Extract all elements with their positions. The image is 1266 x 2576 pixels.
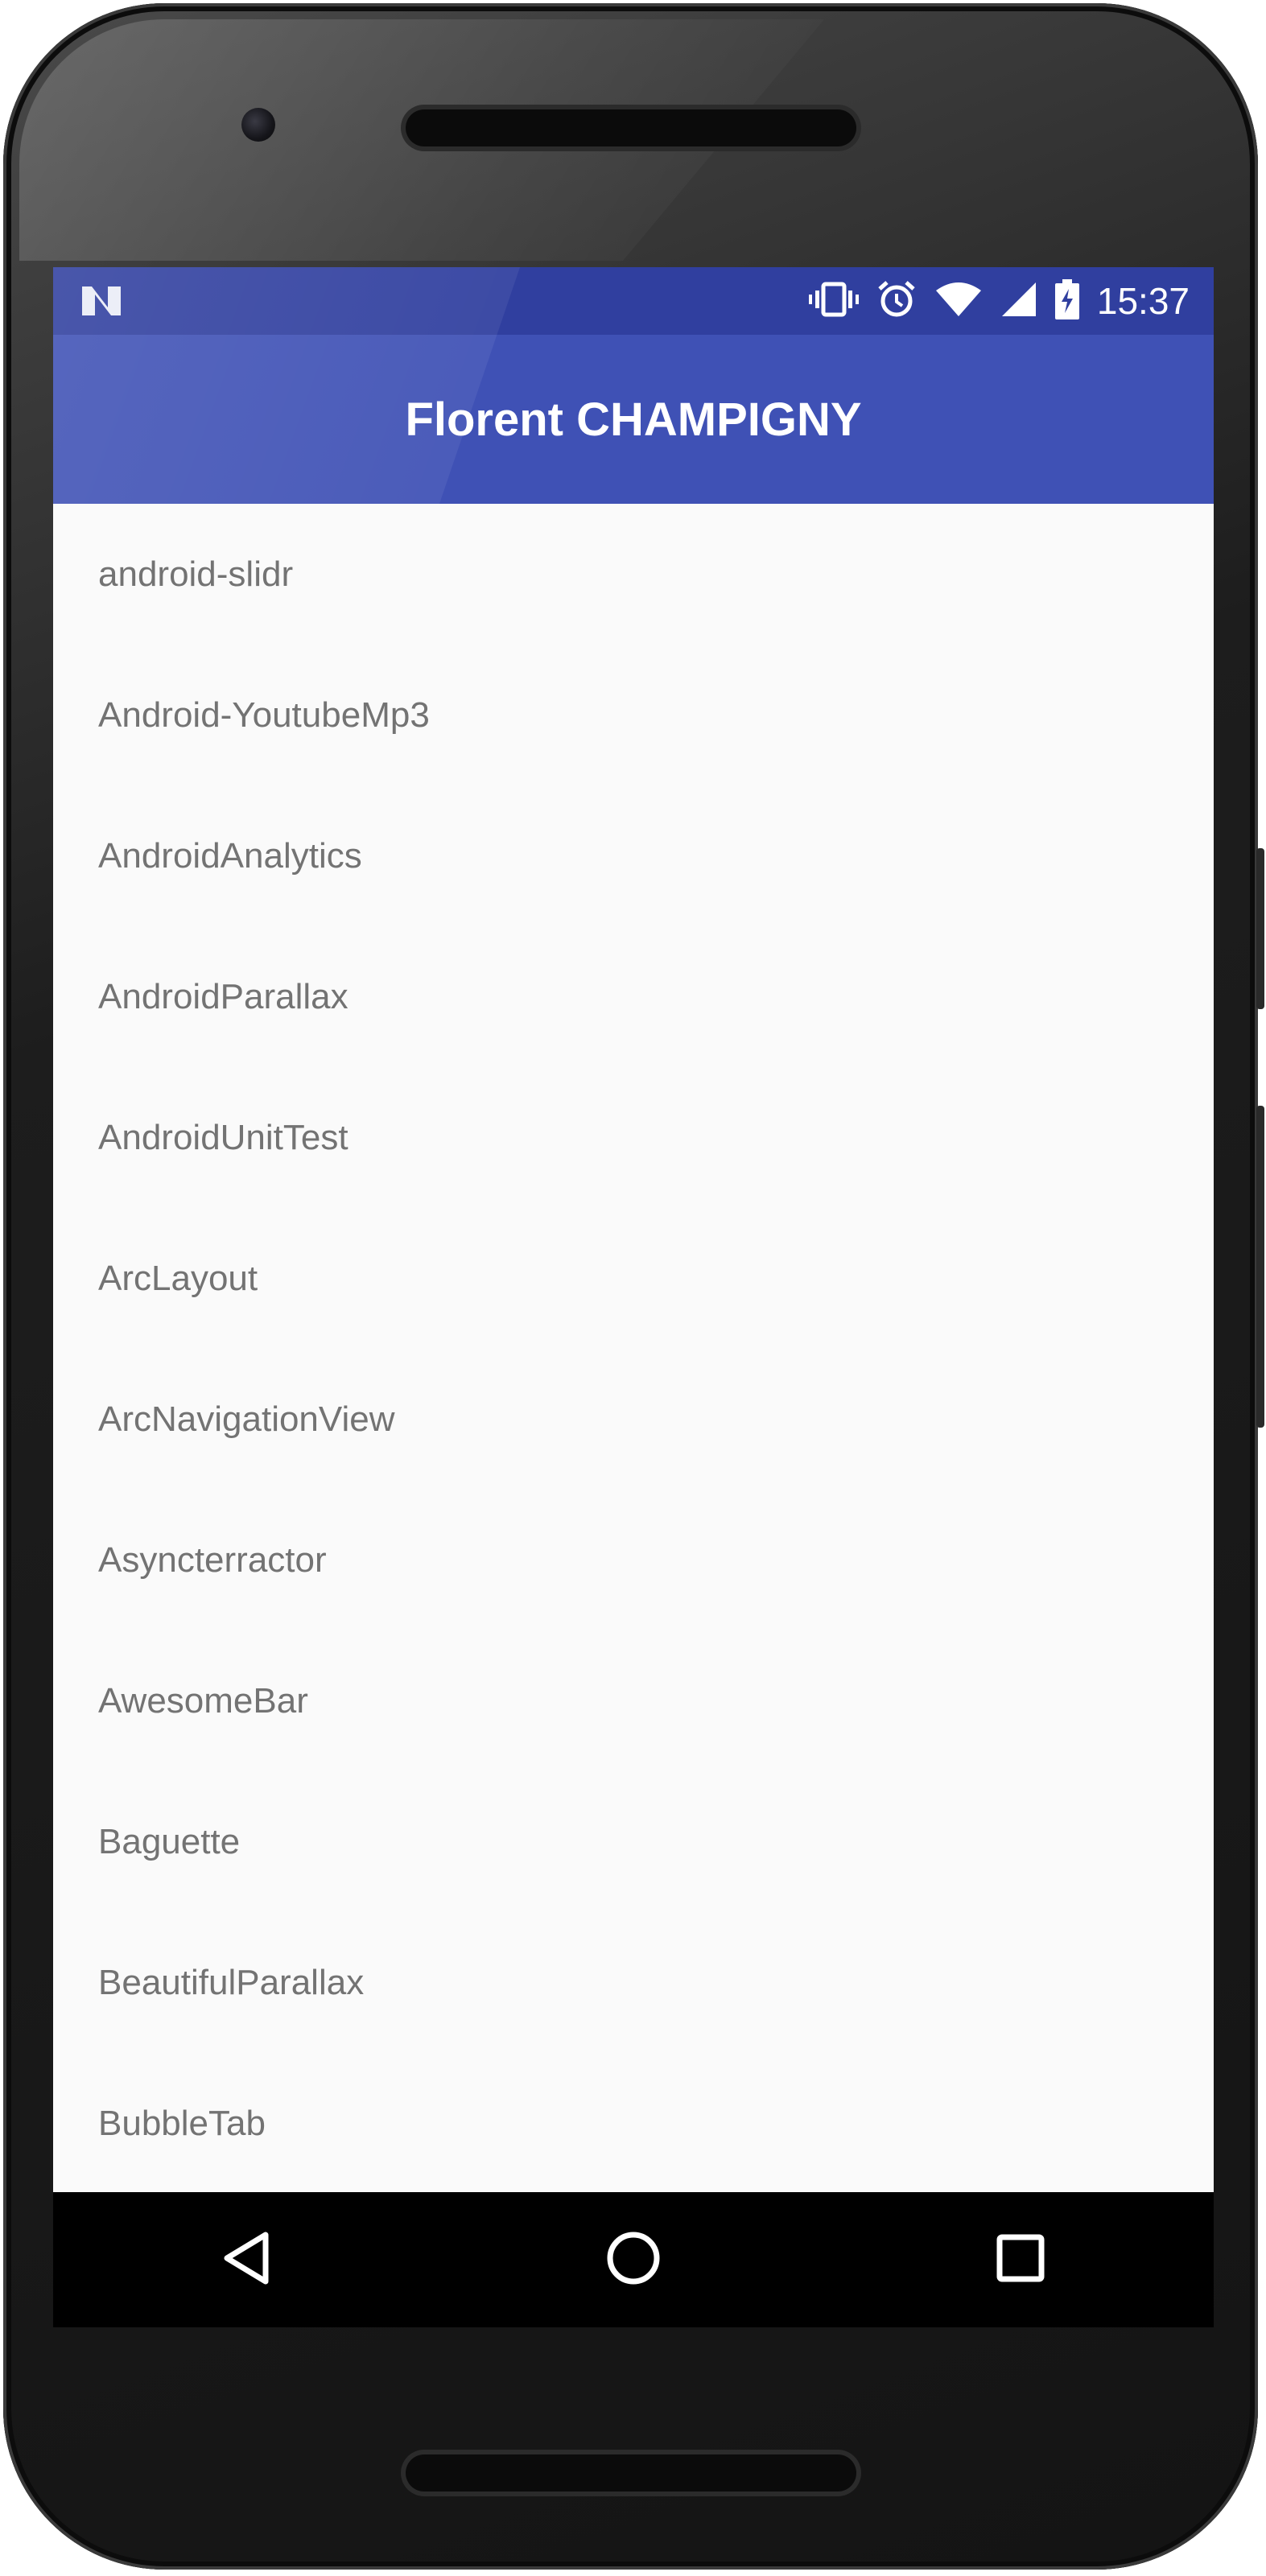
status-bar: 15:37: [53, 267, 1214, 335]
recents-icon: [996, 2234, 1045, 2286]
page-title: Florent CHAMPIGNY: [405, 393, 862, 446]
list-item[interactable]: AndroidParallax: [53, 926, 1214, 1067]
list-item-label: BubbleTab: [98, 2103, 266, 2143]
list-item[interactable]: ArcLayout: [53, 1208, 1214, 1349]
list-item[interactable]: BubbleTab: [53, 2053, 1214, 2194]
list-item[interactable]: AndroidUnitTest: [53, 1067, 1214, 1208]
list-item[interactable]: Baguette: [53, 1771, 1214, 1912]
list-item-label: ArcNavigationView: [98, 1399, 395, 1439]
recents-button[interactable]: [972, 2211, 1069, 2308]
list-item-label: AndroidUnitTest: [98, 1117, 348, 1157]
nav-bar: [53, 2192, 1214, 2327]
list-item-label: Baguette: [98, 1821, 241, 1861]
list-item-label: ArcLayout: [98, 1258, 258, 1298]
volume-button: [1256, 848, 1264, 1009]
power-button: [1256, 1106, 1264, 1428]
list-item-label: Android-YoutubeMp3: [98, 694, 430, 735]
wifi-icon: [934, 281, 983, 322]
list-item-label: AwesomeBar: [98, 1680, 308, 1721]
list-item-label: Asyncterractor: [98, 1539, 327, 1580]
list-item[interactable]: BeautifulParallax: [53, 1912, 1214, 2053]
app-bar: Florent CHAMPIGNY: [53, 335, 1214, 504]
status-time: 15:37: [1096, 280, 1190, 322]
repo-list: android-slidr Android-YoutubeMp3 Android…: [53, 504, 1214, 2194]
list-item-label: AndroidParallax: [98, 976, 348, 1016]
list-item[interactable]: AndroidAnalytics: [53, 785, 1214, 926]
screen: 15:37 Florent CHAMPIGNY android-slidr An…: [53, 267, 1214, 2327]
bottom-speaker: [406, 2454, 856, 2492]
list-item[interactable]: AwesomeBar: [53, 1630, 1214, 1771]
back-button[interactable]: [198, 2211, 295, 2308]
list-item-label: BeautifulParallax: [98, 1962, 365, 2002]
notification-n-icon: [80, 283, 122, 323]
phone-frame: 15:37 Florent CHAMPIGNY android-slidr An…: [3, 3, 1264, 2570]
status-icons: 15:37: [808, 267, 1190, 335]
alarm-icon: [876, 279, 917, 324]
list-item-label: android-slidr: [98, 554, 294, 594]
home-button[interactable]: [585, 2211, 682, 2308]
home-icon: [606, 2231, 661, 2290]
list-item-label: AndroidAnalytics: [98, 835, 362, 876]
list-item[interactable]: Android-YoutubeMp3: [53, 645, 1214, 785]
front-camera: [241, 108, 275, 142]
list-item[interactable]: Asyncterractor: [53, 1490, 1214, 1630]
top-speaker: [406, 109, 856, 146]
list-item[interactable]: ArcNavigationView: [53, 1349, 1214, 1490]
list-item[interactable]: android-slidr: [53, 504, 1214, 645]
battery-charging-icon: [1054, 278, 1079, 324]
back-icon: [222, 2232, 270, 2289]
signal-icon: [1000, 281, 1037, 322]
vibrate-icon: [808, 281, 859, 322]
